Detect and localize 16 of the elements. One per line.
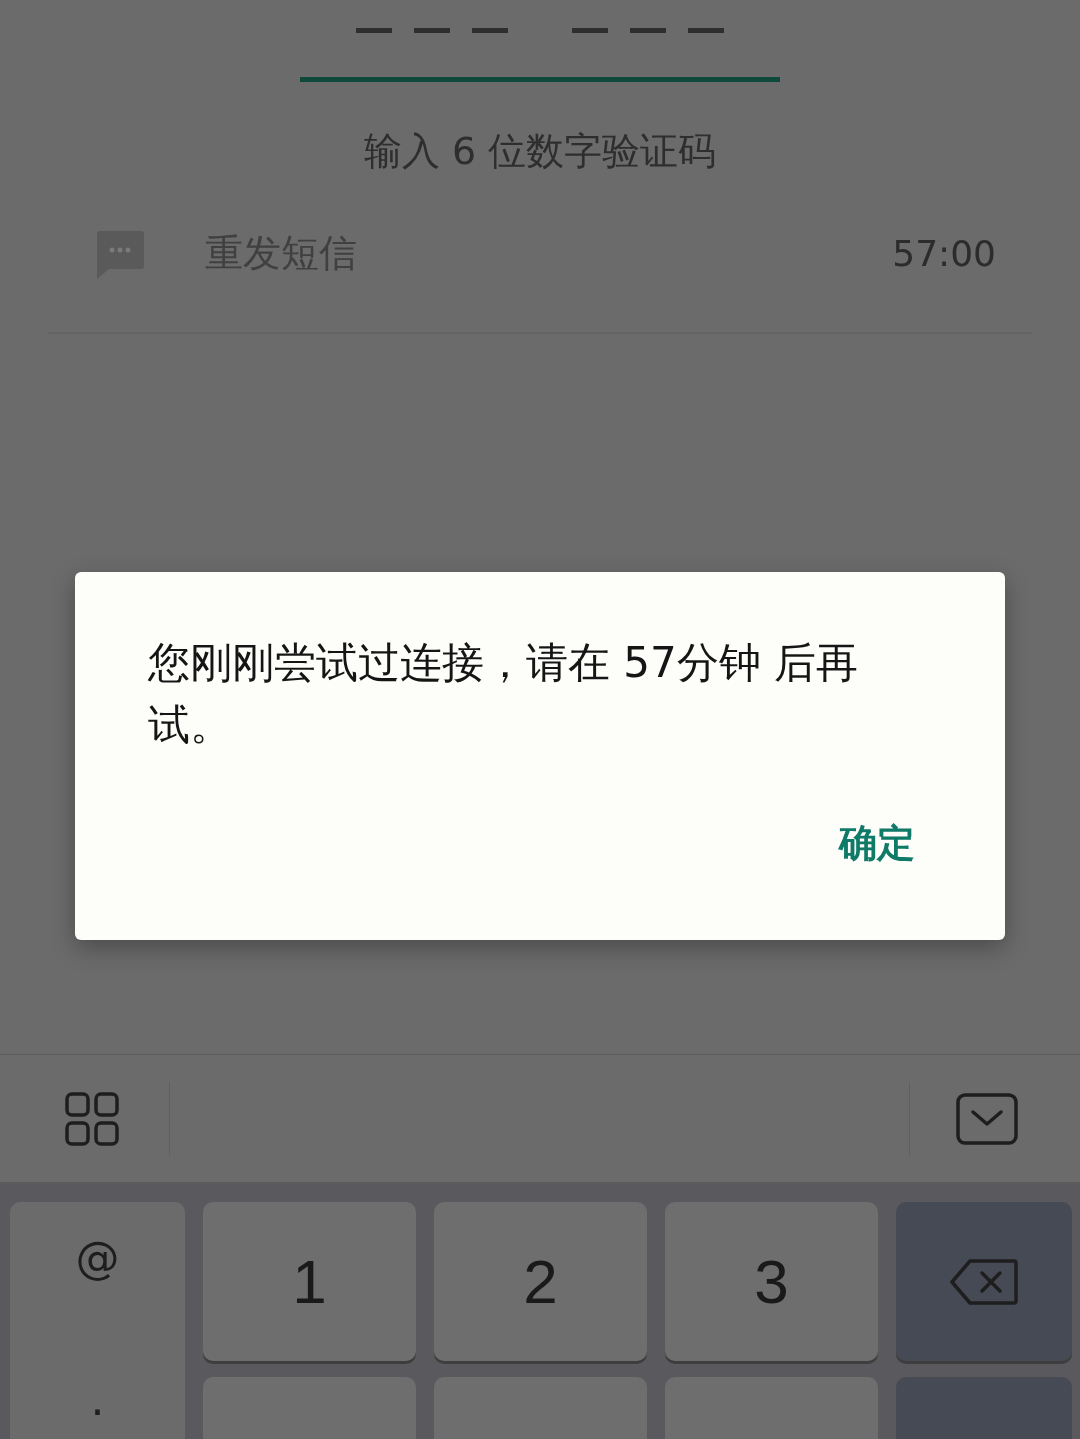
keyboard-hide-icon	[956, 1092, 1018, 1145]
confirm-button[interactable]: 确定	[839, 818, 915, 869]
backspace-icon	[950, 1258, 1018, 1305]
dialog-message: 您刚刚尝试过连接，请在 57分钟 后再试。	[148, 637, 860, 751]
instruction-text: 输入 6 位数字验证码	[363, 128, 717, 175]
code-input-field[interactable]	[300, 28, 780, 82]
backspace-key[interactable]	[896, 1202, 1072, 1361]
message-icon	[95, 228, 145, 279]
symbol-key[interactable]: @ .	[10, 1202, 185, 1439]
digit-key[interactable]: 2	[434, 1202, 647, 1361]
digit-key[interactable]: 3	[665, 1202, 878, 1361]
digit-key[interactable]: 1	[203, 1202, 416, 1361]
symbol-text: @	[75, 1232, 120, 1284]
countdown-timer: 57:00	[892, 233, 996, 274]
grid-icon	[65, 1091, 119, 1146]
symbol-text: .	[90, 1374, 105, 1426]
